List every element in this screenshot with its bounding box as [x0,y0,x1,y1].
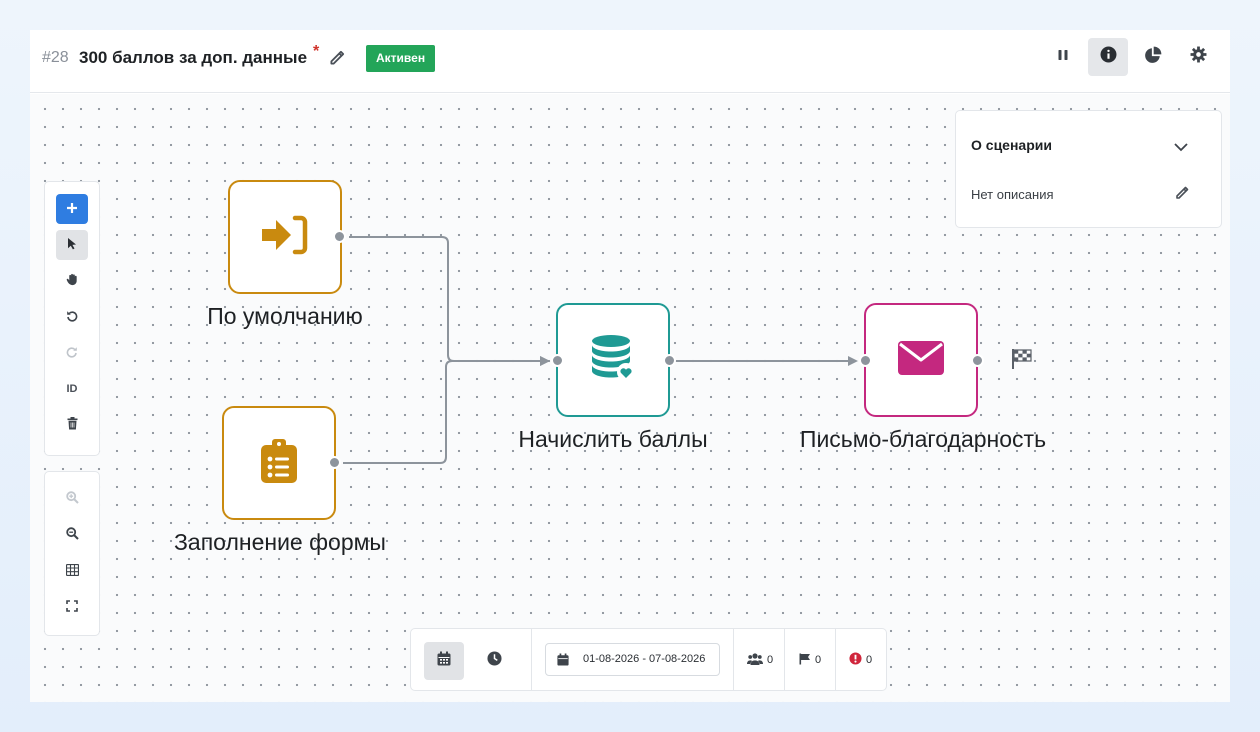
trash-icon [67,417,78,433]
add-node-button[interactable] [56,194,88,224]
goals-count: 0 [815,654,822,666]
users-count: 0 [767,654,774,666]
error-circle-icon [849,652,862,668]
realtime-mode-button[interactable] [474,642,514,680]
app-window: #28 300 баллов за доп. данные * Активен [30,30,1230,702]
port-points-out[interactable] [663,354,676,367]
fullscreen-icon [66,599,78,615]
envelope-icon [898,340,944,380]
required-mark: * [313,43,320,60]
stats-bar: 01-08-2026 - 07-08-2026 0 0 0 [410,628,887,691]
view-toolbar [44,471,100,636]
fullscreen-button[interactable] [56,592,88,622]
scenario-id: #28 [42,49,69,66]
grid-toggle[interactable] [56,556,88,586]
pause-icon [1056,48,1070,67]
zoom-in-button[interactable] [56,484,88,514]
zoom-out-icon [65,527,79,543]
redo-icon [66,346,78,361]
divider [733,629,734,690]
node-label: По умолчанию [207,303,363,329]
gear-icon [1190,46,1207,68]
flag-icon [799,653,811,668]
grid-icon [65,563,79,579]
clipboard-list-icon [261,438,297,488]
edit-toolbar: ID [44,181,100,456]
stat-goals[interactable]: 0 [799,651,821,669]
port-email-in[interactable] [859,354,872,367]
hand-icon [66,273,79,289]
scenario-title: 300 баллов за доп. данные [79,48,308,67]
date-range-value: 01-08-2026 - 07-08-2026 [583,653,706,665]
edge-entry-to-points [349,236,550,366]
sign-in-icon [262,215,308,260]
delete-button[interactable] [56,410,88,440]
status-badge: Активен [366,45,436,72]
info-button[interactable] [1088,38,1128,76]
scenario-description: Нет описания [971,187,1054,202]
node-email[interactable] [864,303,978,417]
settings-button[interactable] [1178,38,1218,76]
zoom-out-button[interactable] [56,520,88,550]
id-toggle[interactable]: ID [56,374,88,404]
stat-users[interactable]: 0 [747,651,773,669]
port-points-in[interactable] [551,354,564,367]
header: #28 300 баллов за доп. данные * Активен [30,30,1230,93]
node-form[interactable] [222,406,336,520]
users-icon [747,652,763,668]
pan-tool[interactable] [56,266,88,296]
undo-button[interactable] [56,302,88,332]
database-heart-icon [591,334,635,386]
divider [784,629,785,690]
info-circle-icon [1100,46,1117,68]
plus-icon [66,202,78,217]
select-tool[interactable] [56,230,88,260]
undo-icon [66,310,78,325]
node-entry[interactable] [228,180,342,294]
node-points[interactable] [556,303,670,417]
node-label: Письмо-благодарность [799,426,1047,452]
scenario-info-panel: О сценарии Нет описания [955,110,1222,228]
node-label: Заполнение формы [174,529,386,555]
date-range-picker[interactable]: 01-08-2026 - 07-08-2026 [545,643,720,676]
pie-chart-icon [1144,46,1162,69]
pencil-icon[interactable] [328,49,346,67]
stats-button[interactable] [1133,38,1173,76]
calendar-mode-button[interactable] [424,642,464,680]
panel-title: О сценарии [971,137,1052,153]
divider [531,629,532,690]
port-entry-out[interactable] [333,230,346,243]
flag-checkered-icon [1011,348,1033,375]
divider [835,629,836,690]
port-email-out[interactable] [971,354,984,367]
zoom-in-icon [65,491,79,507]
node-label: Начислить баллы [518,426,708,452]
chevron-down-icon[interactable] [1174,139,1188,157]
calendar-icon [557,653,569,671]
port-form-out[interactable] [328,456,341,469]
errors-count: 0 [866,654,873,666]
stat-errors[interactable]: 0 [849,651,872,669]
calendar-icon [437,651,451,671]
clock-icon [486,651,502,671]
pencil-icon[interactable] [1174,185,1190,206]
cursor-pointer-icon [66,237,78,253]
redo-button[interactable] [56,338,88,368]
workflow-canvas[interactable]: ID По умолчанию Заполнение формы Начисли… [30,94,1230,702]
pause-button[interactable] [1043,38,1083,76]
